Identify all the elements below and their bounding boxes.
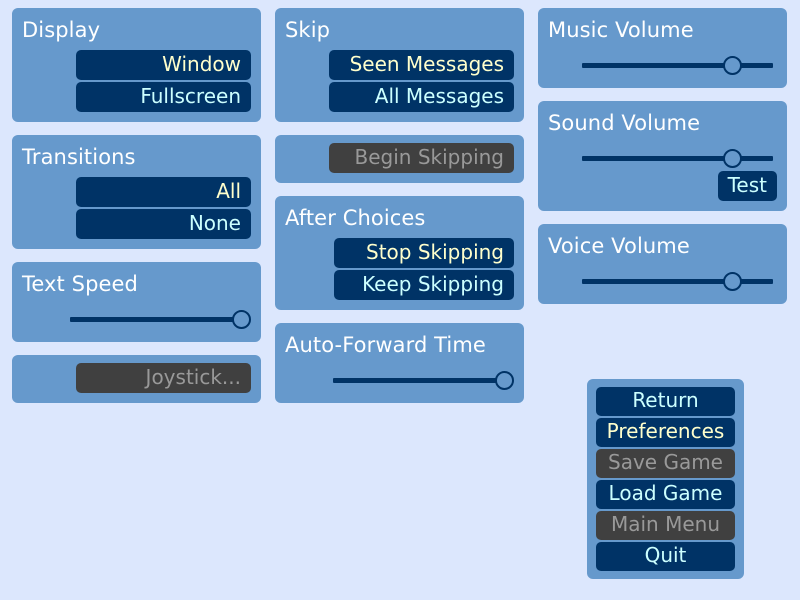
text-speed-panel: Text Speed	[12, 262, 261, 342]
left-column: Display Window Fullscreen Transitions Al…	[12, 8, 261, 416]
sound-volume-slider[interactable]	[548, 145, 777, 171]
navigation-menu: Return Preferences Save Game Load Game M…	[587, 379, 744, 579]
nav-item-return[interactable]: Return	[596, 387, 735, 416]
transitions-title: Transitions	[22, 145, 136, 169]
nav-item-main-menu[interactable]: Main Menu	[596, 511, 735, 540]
display-panel: Display Window Fullscreen	[12, 8, 261, 122]
music-volume-title: Music Volume	[548, 18, 694, 42]
transitions-option-all[interactable]: All	[76, 177, 251, 207]
nav-item-load-game[interactable]: Load Game	[596, 480, 735, 509]
after-choices-option-stop-skipping[interactable]: Stop Skipping	[334, 238, 514, 268]
text-speed-slider-knob[interactable]	[231, 310, 251, 329]
voice-volume-slider-knob[interactable]	[723, 272, 743, 291]
auto-forward-time-slider-track	[333, 378, 504, 383]
right-column: Music Volume Sound Volume Test Voice Vol…	[538, 8, 787, 317]
after-choices-options: Stop Skipping Keep Skipping	[285, 238, 514, 300]
skip-panel: Skip Seen Messages All Messages	[275, 8, 524, 122]
voice-volume-slider-track	[582, 279, 773, 284]
begin-skipping-panel: Begin Skipping	[275, 135, 524, 183]
music-volume-slider[interactable]	[548, 52, 777, 78]
after-choices-panel: After Choices Stop Skipping Keep Skippin…	[275, 196, 524, 310]
music-volume-slider-track	[582, 63, 773, 68]
skip-title: Skip	[285, 18, 331, 42]
music-volume-panel: Music Volume	[538, 8, 787, 88]
voice-volume-panel: Voice Volume	[538, 224, 787, 304]
middle-column: Skip Seen Messages All Messages Begin Sk…	[275, 8, 524, 416]
begin-skipping-button[interactable]: Begin Skipping	[329, 143, 514, 173]
sound-volume-slider-track	[582, 156, 773, 161]
after-choices-option-keep-skipping[interactable]: Keep Skipping	[334, 270, 514, 300]
display-options: Window Fullscreen	[22, 50, 251, 112]
display-title: Display	[22, 18, 101, 42]
after-choices-title: After Choices	[285, 206, 426, 230]
nav-item-save-game[interactable]: Save Game	[596, 449, 735, 478]
skip-option-seen-messages[interactable]: Seen Messages	[329, 50, 514, 80]
joystick-row: Joystick...	[22, 363, 251, 393]
music-volume-slider-knob[interactable]	[723, 56, 743, 75]
auto-forward-time-slider[interactable]	[285, 367, 514, 393]
auto-forward-time-panel: Auto-Forward Time	[275, 323, 524, 403]
sound-volume-title: Sound Volume	[548, 111, 701, 135]
text-speed-slider-track	[70, 317, 241, 322]
nav-item-preferences[interactable]: Preferences	[596, 418, 735, 447]
skip-options: Seen Messages All Messages	[285, 50, 514, 112]
text-speed-slider[interactable]	[22, 306, 251, 332]
begin-skipping-row: Begin Skipping	[285, 143, 514, 173]
skip-option-all-messages[interactable]: All Messages	[329, 82, 514, 112]
sound-volume-slider-knob[interactable]	[723, 149, 743, 168]
sound-volume-test-button[interactable]: Test	[717, 171, 777, 201]
transitions-option-none[interactable]: None	[76, 209, 251, 239]
auto-forward-time-title: Auto-Forward Time	[285, 333, 486, 357]
voice-volume-title: Voice Volume	[548, 234, 690, 258]
sound-test-row: Test	[548, 171, 777, 201]
sound-volume-panel: Sound Volume Test	[538, 101, 787, 211]
joystick-panel: Joystick...	[12, 355, 261, 403]
text-speed-title: Text Speed	[22, 272, 138, 296]
joystick-button[interactable]: Joystick...	[76, 363, 251, 393]
transitions-panel: Transitions All None	[12, 135, 261, 249]
preferences-screen: Display Window Fullscreen Transitions Al…	[0, 0, 800, 600]
display-option-fullscreen[interactable]: Fullscreen	[76, 82, 251, 112]
display-option-window[interactable]: Window	[76, 50, 251, 80]
nav-item-quit[interactable]: Quit	[596, 542, 735, 571]
transitions-options: All None	[22, 177, 251, 239]
voice-volume-slider[interactable]	[548, 268, 777, 294]
auto-forward-time-slider-knob[interactable]	[494, 371, 514, 390]
